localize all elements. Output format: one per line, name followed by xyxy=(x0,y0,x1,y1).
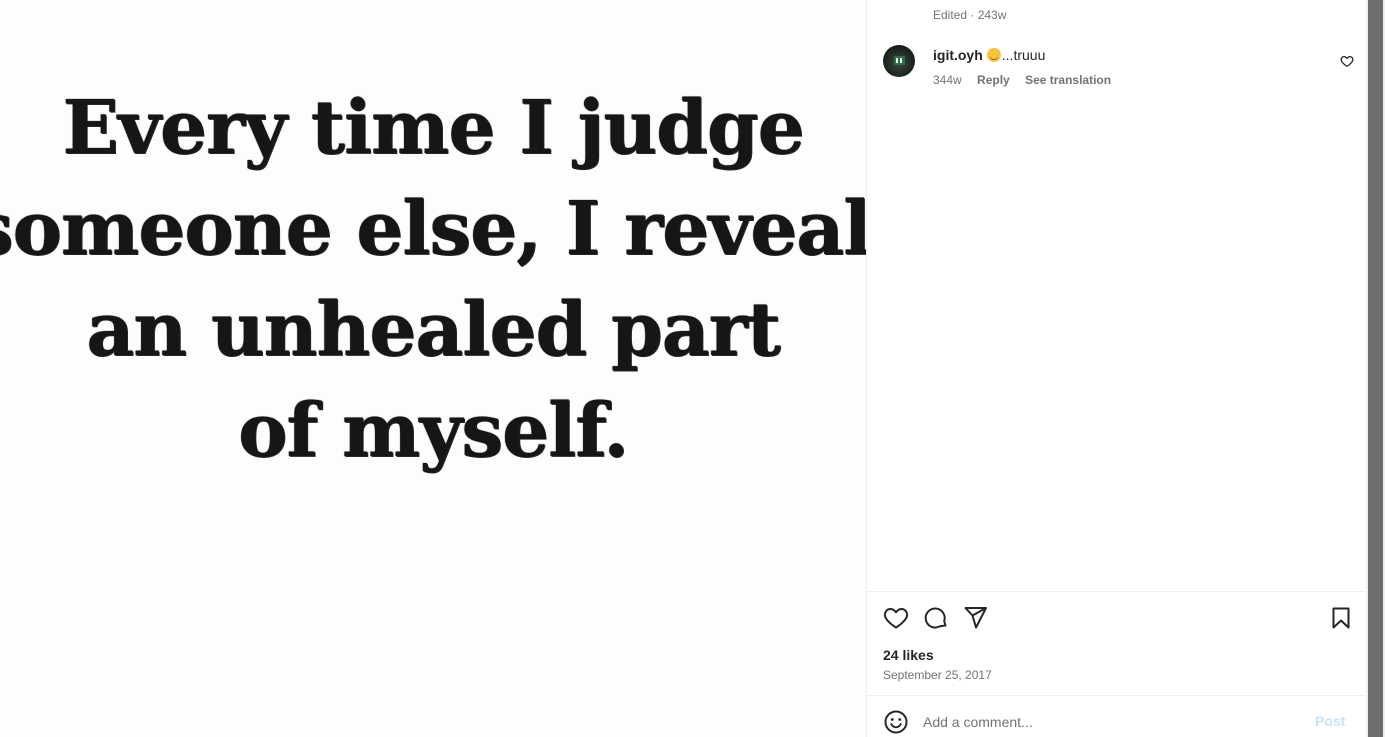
reply-button[interactable]: Reply xyxy=(977,73,1010,87)
quote-line: Every time I judge xyxy=(62,85,804,171)
page-scrollbar[interactable] xyxy=(1366,0,1385,737)
add-comment-row: Post xyxy=(883,708,1353,736)
comment-username[interactable]: igit.oyh xyxy=(933,47,983,63)
comment-age: 344w xyxy=(933,73,962,87)
comment-bubble-icon[interactable] xyxy=(923,605,949,631)
quote-text: Every time I judge someone else, I revea… xyxy=(0,78,866,482)
comment-item: igit.oyh ...truuu 344w Reply See translat… xyxy=(883,45,1354,93)
action-bar xyxy=(883,605,1353,631)
post-side-panel: Edited · 243w igit.oyh ...truuu 344w Repl… xyxy=(867,0,1366,737)
see-translation-button[interactable]: See translation xyxy=(1025,73,1111,87)
relieved-emoji-icon xyxy=(986,48,1001,62)
quote-line: someone else, I reveal xyxy=(0,186,866,272)
comment-like-icon[interactable] xyxy=(1340,54,1354,68)
quote-line: of myself. xyxy=(237,388,629,474)
quote-line: an unhealed part xyxy=(86,287,781,373)
scrollbar-thumb[interactable] xyxy=(1368,0,1383,737)
add-comment-input[interactable] xyxy=(923,711,1303,733)
likes-count[interactable]: 24 likes xyxy=(883,647,934,663)
commenter-avatar[interactable] xyxy=(883,45,915,77)
like-heart-icon[interactable] xyxy=(883,605,909,631)
comment-meta: 344w Reply See translation xyxy=(933,73,1123,87)
share-paper-plane-icon[interactable] xyxy=(963,605,989,631)
comment-line: igit.oyh ...truuu xyxy=(933,47,1045,63)
comment-text: ...truuu xyxy=(1001,47,1046,63)
edited-timestamp: Edited · 243w xyxy=(933,8,1007,22)
post-media[interactable]: Every time I judge someone else, I revea… xyxy=(0,0,866,737)
post-date[interactable]: September 25, 2017 xyxy=(883,668,992,682)
comment-box-divider xyxy=(867,695,1366,696)
emoji-picker-smiley-icon[interactable] xyxy=(883,709,909,735)
save-bookmark-icon[interactable] xyxy=(1328,605,1354,631)
section-divider xyxy=(867,591,1366,592)
post-comment-button[interactable]: Post xyxy=(1315,713,1345,729)
